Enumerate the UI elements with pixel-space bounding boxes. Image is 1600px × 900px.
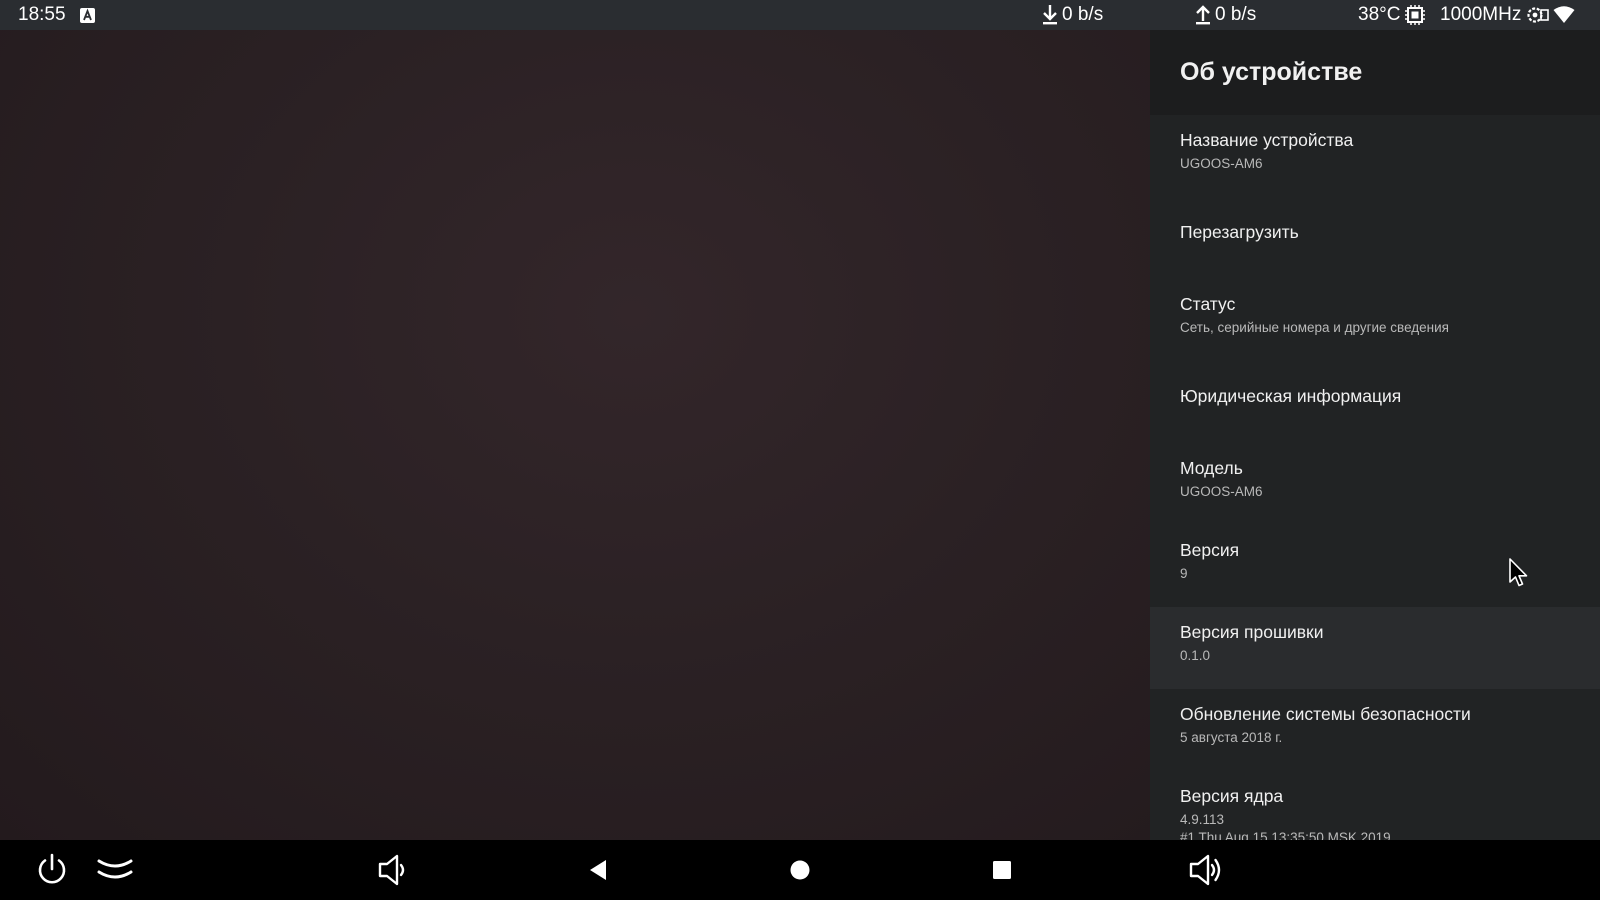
setting-title: Юридическая информация — [1180, 386, 1402, 406]
setting-model[interactable]: Модель UGOOS-AM6 — [1150, 443, 1600, 525]
ethernet-gear-icon — [1525, 5, 1550, 25]
setting-device-name[interactable]: Название устройства UGOOS-AM6 — [1150, 115, 1600, 197]
download-indicator: 0 b/s — [1042, 0, 1103, 30]
volume-up-button[interactable] — [1184, 840, 1228, 900]
notification-a-icon — [80, 0, 95, 30]
clock: 18:55 — [18, 0, 66, 30]
upload-arrow-icon — [1195, 4, 1211, 26]
upload-speed: 0 b/s — [1215, 4, 1257, 25]
temperature-indicator: 38°C — [1358, 0, 1426, 30]
wifi-icon — [1553, 6, 1575, 24]
settings-list: Название устройства UGOOS-AM6 Перезагруз… — [1150, 115, 1600, 871]
setting-subtitle: Сеть, серийные номера и другие сведения — [1180, 320, 1449, 335]
setting-subtitle: 0.1.0 — [1180, 648, 1211, 663]
setting-status[interactable]: Статус Сеть, серийные номера и другие св… — [1150, 279, 1600, 361]
mouse-cursor-icon — [1508, 558, 1530, 588]
power-button[interactable] — [30, 840, 74, 900]
home-icon — [790, 860, 810, 880]
setting-title: Статус — [1180, 294, 1236, 314]
setting-title: Перезагрузить — [1180, 222, 1299, 242]
back-icon — [590, 860, 606, 880]
navigation-bar — [0, 840, 1600, 900]
setting-title: Модель — [1180, 458, 1243, 478]
setting-title: Версия — [1180, 540, 1240, 560]
clock-time: 18:55 — [18, 4, 66, 25]
settings-panel: Об устройстве Название устройства UGOOS-… — [1150, 30, 1600, 845]
home-button[interactable] — [780, 840, 820, 900]
download-speed: 0 b/s — [1062, 4, 1104, 25]
power-icon — [38, 853, 66, 884]
screen: 18:55 0 b/s 0 b/s 38°C 1000MHz Об устрой… — [0, 0, 1600, 900]
setting-subtitle: 4.9.113 — [1180, 812, 1225, 827]
setting-android-version[interactable]: Версия 9 — [1150, 525, 1600, 607]
setting-title: Обновление системы безопасности — [1180, 704, 1471, 724]
volume-down-button[interactable] — [372, 840, 414, 900]
setting-legal-info[interactable]: Юридическая информация — [1150, 361, 1600, 443]
setting-title: Версия прошивки — [1180, 622, 1324, 642]
setting-reboot[interactable]: Перезагрузить — [1150, 197, 1600, 279]
recents-icon — [993, 861, 1011, 879]
panel-header: Об устройстве — [1150, 30, 1600, 115]
wallpaper — [0, 30, 1150, 840]
temperature: 38°C — [1358, 4, 1401, 25]
setting-title: Название устройства — [1180, 130, 1354, 150]
back-button[interactable] — [578, 840, 618, 900]
notifications-pull-down-button[interactable] — [94, 840, 136, 900]
cpu-chip-icon — [1404, 4, 1426, 26]
notifications-pull-down-icon — [97, 859, 133, 879]
cpu-frequency: 1000MHz — [1440, 0, 1575, 30]
download-arrow-icon — [1042, 4, 1058, 26]
setting-security-update[interactable]: Обновление системы безопасности 5 август… — [1150, 689, 1600, 771]
setting-subtitle: 9 — [1180, 566, 1188, 581]
page-title: Об устройстве — [1180, 58, 1363, 86]
recents-button[interactable] — [982, 840, 1022, 900]
setting-title: Версия ядра — [1180, 786, 1284, 806]
volume-up-icon — [1189, 854, 1221, 886]
setting-subtitle: 5 августа 2018 г. — [1180, 730, 1283, 745]
upload-indicator: 0 b/s — [1195, 0, 1256, 30]
volume-down-icon — [378, 854, 405, 886]
setting-firmware-version[interactable]: Версия прошивки 0.1.0 — [1150, 607, 1600, 689]
status-bar: 18:55 0 b/s 0 b/s 38°C 1000MHz — [0, 0, 1600, 30]
setting-subtitle: UGOOS-AM6 — [1180, 156, 1263, 171]
setting-subtitle: UGOOS-AM6 — [1180, 484, 1263, 499]
cpu-freq: 1000MHz — [1440, 4, 1522, 25]
